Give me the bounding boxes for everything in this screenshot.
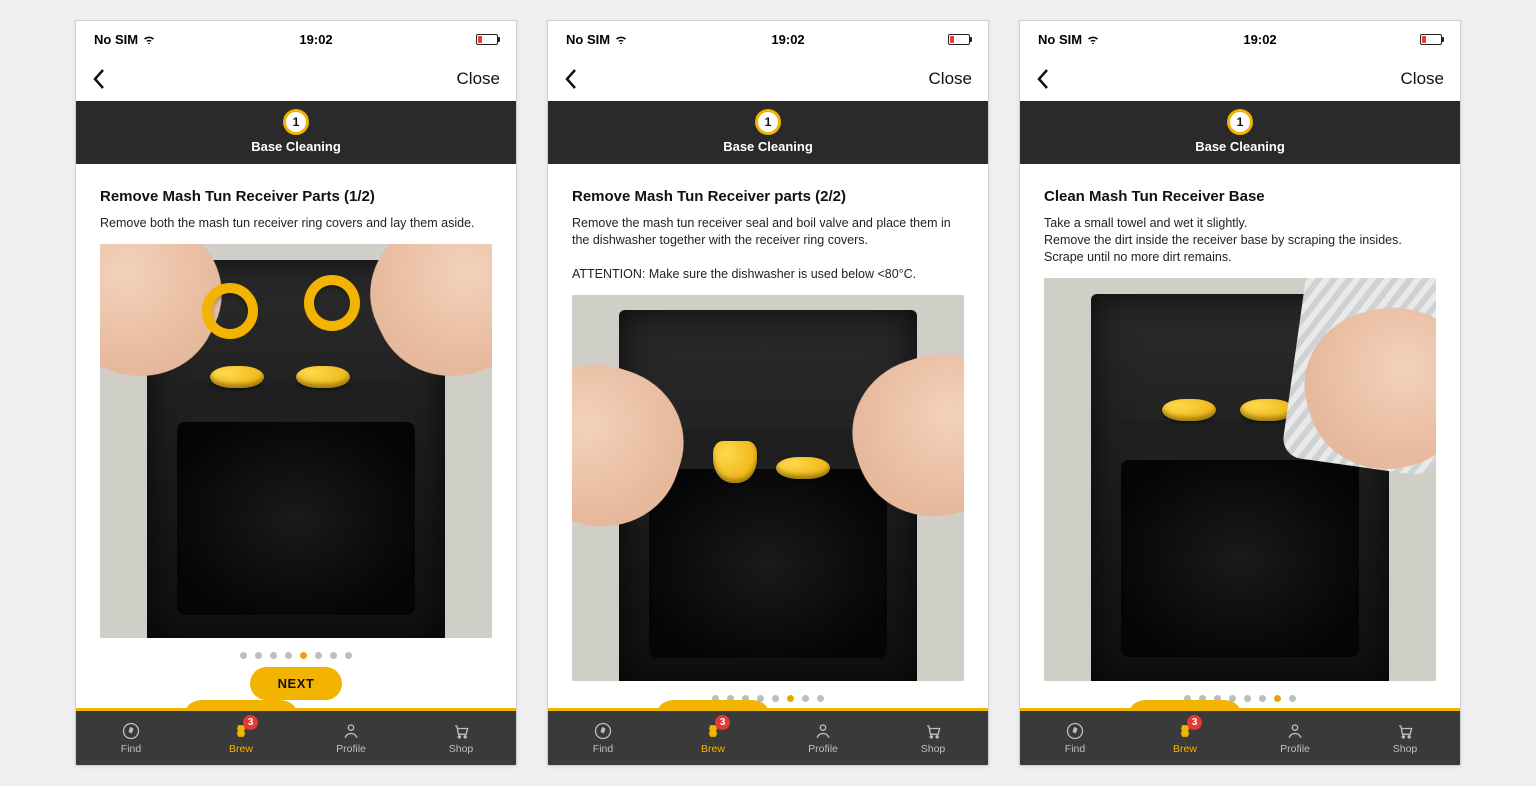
tab-label: Find [1065, 743, 1085, 755]
carrier-text: No SIM [94, 32, 138, 47]
instruction-image [100, 244, 492, 638]
tab-label: Shop [921, 743, 946, 755]
tab-label: Profile [336, 743, 366, 755]
step-number-badge: 1 [755, 109, 781, 135]
battery-icon [948, 34, 970, 45]
back-button[interactable] [564, 68, 578, 90]
tab-badge: 3 [1187, 715, 1202, 730]
pager-dot[interactable] [802, 695, 809, 702]
pager-dot[interactable] [772, 695, 779, 702]
step-number-badge: 1 [1227, 109, 1253, 135]
tab-profile[interactable]: Profile [1240, 711, 1350, 765]
tab-badge: 3 [715, 715, 730, 730]
instruction-image [572, 295, 964, 682]
step-number-badge: 1 [283, 109, 309, 135]
pager-dot[interactable] [255, 652, 262, 659]
tab-profile[interactable]: Profile [296, 711, 406, 765]
pager-dot[interactable] [285, 652, 292, 659]
step-title: Clean Mash Tun Receiver Base [1044, 188, 1436, 205]
status-bar: No SIM 19:02 [1020, 21, 1460, 57]
pager-dot[interactable] [240, 652, 247, 659]
step-body: Remove both the mash tun receiver ring c… [100, 215, 492, 232]
content-area: Remove Mash Tun Receiver parts (2/2) Remo… [548, 164, 988, 681]
carrier-text: No SIM [1038, 32, 1082, 47]
close-button[interactable]: Close [1401, 69, 1444, 89]
step-body: Remove the mash tun receiver seal and bo… [572, 215, 964, 283]
close-button[interactable]: Close [457, 69, 500, 89]
tab-shop[interactable]: Shop [878, 711, 988, 765]
nav-bar: Close [1020, 57, 1460, 101]
carrier-text: No SIM [566, 32, 610, 47]
pager-dot[interactable] [330, 652, 337, 659]
tab-brew[interactable]: Brew 3 [186, 711, 296, 765]
page-indicator [1020, 681, 1460, 708]
step-title: Remove Mash Tun Receiver Parts (1/2) [100, 188, 492, 205]
phone-screen-1: No SIM 19:02 Close1 Base CleaningRemove … [75, 20, 517, 766]
phone-screen-2: No SIM 19:02 Close1 Base CleaningRemove … [547, 20, 989, 766]
step-banner: 1 Base Cleaning [1020, 101, 1460, 164]
pager-dot[interactable] [1274, 695, 1281, 702]
tab-brew[interactable]: Brew 3 [658, 711, 768, 765]
page-indicator [548, 681, 988, 708]
tab-label: Brew [1173, 743, 1197, 755]
tab-label: Profile [808, 743, 838, 755]
wifi-icon [614, 34, 628, 44]
step-title: Remove Mash Tun Receiver parts (2/2) [572, 188, 964, 205]
pager-dot[interactable] [787, 695, 794, 702]
pager-dot[interactable] [300, 652, 307, 659]
page-indicator [76, 638, 516, 665]
nav-bar: Close [76, 57, 516, 101]
clock-text: 19:02 [1243, 32, 1276, 47]
tab-label: Shop [449, 743, 474, 755]
tab-label: Profile [1280, 743, 1310, 755]
tab-shop[interactable]: Shop [406, 711, 516, 765]
tab-label: Brew [701, 743, 725, 755]
tab-bar: Find Brew 3 Profile Shop [548, 711, 988, 765]
phone-screen-3: No SIM 19:02 Close1 Base CleaningClean M… [1019, 20, 1461, 766]
wifi-icon [142, 34, 156, 44]
step-body: Take a small towel and wet it slightly. … [1044, 215, 1436, 266]
pager-dot[interactable] [315, 652, 322, 659]
tab-find[interactable]: Find [1020, 711, 1130, 765]
tab-bar: Find Brew 3 Profile Shop [76, 711, 516, 765]
back-button[interactable] [1036, 68, 1050, 90]
content-area: Remove Mash Tun Receiver Parts (1/2) Remo… [76, 164, 516, 638]
tab-shop[interactable]: Shop [1350, 711, 1460, 765]
tab-bar: Find Brew 3 Profile Shop [1020, 711, 1460, 765]
battery-icon [1420, 34, 1442, 45]
pager-dot[interactable] [1289, 695, 1296, 702]
tab-find[interactable]: Find [548, 711, 658, 765]
clock-text: 19:02 [299, 32, 332, 47]
pager-dot[interactable] [270, 652, 277, 659]
pager-dot[interactable] [345, 652, 352, 659]
content-area: Clean Mash Tun Receiver Base Take a small… [1020, 164, 1460, 681]
tab-label: Find [593, 743, 613, 755]
step-label: Base Cleaning [548, 139, 988, 154]
pager-dot[interactable] [817, 695, 824, 702]
close-button[interactable]: Close [929, 69, 972, 89]
nav-bar: Close [548, 57, 988, 101]
tab-label: Find [121, 743, 141, 755]
status-bar: No SIM 19:02 [76, 21, 516, 57]
step-label: Base Cleaning [76, 139, 516, 154]
pager-dot[interactable] [1244, 695, 1251, 702]
clock-text: 19:02 [771, 32, 804, 47]
pager-dot[interactable] [1259, 695, 1266, 702]
tab-label: Shop [1393, 743, 1418, 755]
step-banner: 1 Base Cleaning [76, 101, 516, 164]
step-label: Base Cleaning [1020, 139, 1460, 154]
wifi-icon [1086, 34, 1100, 44]
tab-profile[interactable]: Profile [768, 711, 878, 765]
back-button[interactable] [92, 68, 106, 90]
battery-icon [476, 34, 498, 45]
tab-find[interactable]: Find [76, 711, 186, 765]
tab-badge: 3 [243, 715, 258, 730]
status-bar: No SIM 19:02 [548, 21, 988, 57]
next-button[interactable]: NEXT [250, 667, 343, 700]
instruction-image [1044, 278, 1436, 681]
step-banner: 1 Base Cleaning [548, 101, 988, 164]
tab-brew[interactable]: Brew 3 [1130, 711, 1240, 765]
tab-label: Brew [229, 743, 253, 755]
